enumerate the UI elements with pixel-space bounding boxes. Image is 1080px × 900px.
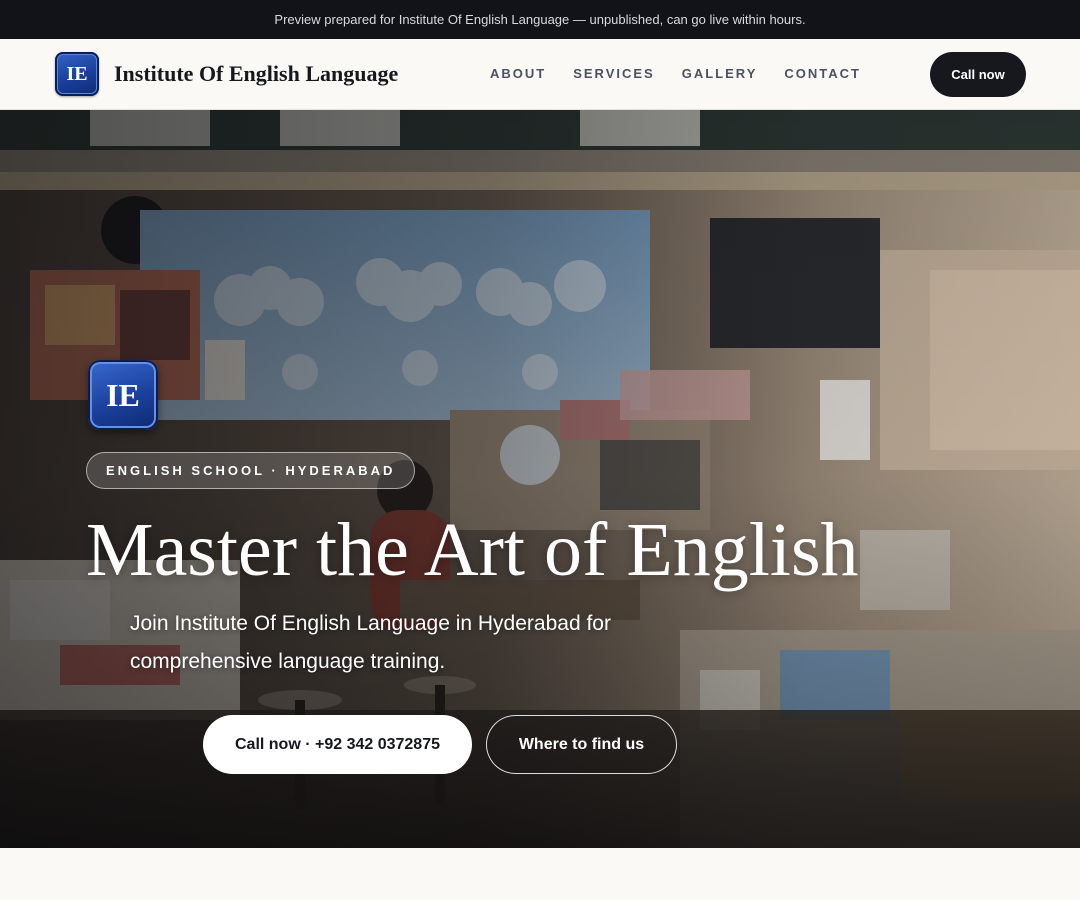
ie-logo-icon: IE bbox=[88, 360, 158, 430]
below-fold-section bbox=[0, 848, 1080, 900]
brand-home-link[interactable]: IE Institute Of English Language bbox=[55, 52, 398, 96]
nav-about[interactable]: ABOUT bbox=[490, 66, 546, 81]
hero-subtitle: Join Institute Of English Language in Hy… bbox=[130, 612, 611, 673]
preview-banner: Preview prepared for Institute Of Englis… bbox=[0, 0, 1080, 39]
site-header: IE Institute Of English Language ABOUT S… bbox=[0, 39, 1080, 110]
main-nav: ABOUT SERVICES GALLERY CONTACT bbox=[490, 66, 861, 81]
hero-title: Master the Art of English bbox=[86, 508, 859, 592]
ie-logo-icon: IE bbox=[55, 52, 99, 96]
hero-call-button[interactable]: Call now · +92 342 0372875 bbox=[203, 715, 472, 774]
hero-directions-button[interactable]: Where to find us bbox=[486, 715, 677, 774]
header-call-now-button[interactable]: Call now bbox=[930, 52, 1026, 97]
hero-section: IE ENGLISH SCHOOL · HYDERABAD Master the… bbox=[0, 110, 1080, 848]
preview-banner-text: Preview prepared for Institute Of Englis… bbox=[274, 12, 806, 27]
brand-name: Institute Of English Language bbox=[114, 61, 399, 86]
nav-gallery[interactable]: GALLERY bbox=[682, 66, 758, 81]
nav-services[interactable]: SERVICES bbox=[573, 66, 655, 81]
nav-contact[interactable]: CONTACT bbox=[784, 66, 861, 81]
hero-location-badge: ENGLISH SCHOOL · HYDERABAD bbox=[86, 452, 416, 489]
